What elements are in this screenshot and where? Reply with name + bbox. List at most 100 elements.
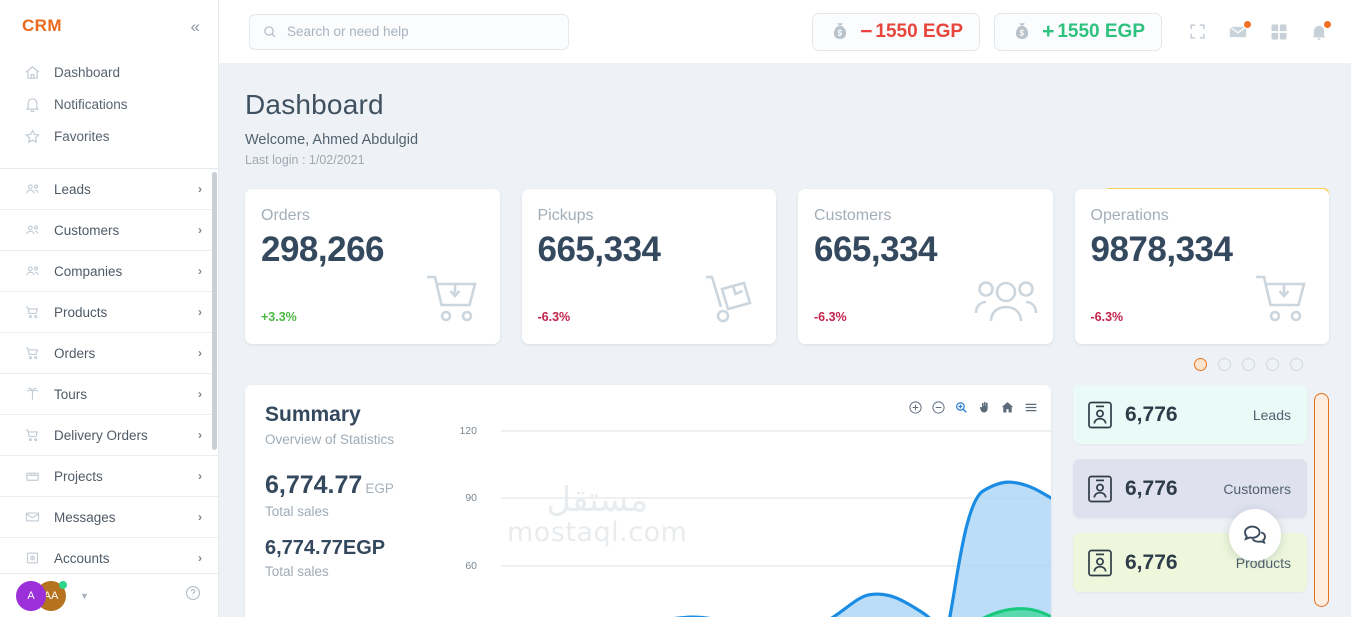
sidebar-item-tours[interactable]: Tours › — [0, 374, 218, 415]
y-axis-tick-60: 60 — [465, 560, 477, 572]
zoom-out-minus-icon[interactable] — [931, 400, 946, 415]
app-logo[interactable]: CRM — [22, 16, 62, 36]
cart-download-icon — [1253, 271, 1315, 332]
summary-currency: EGP — [342, 537, 386, 559]
bell-icon[interactable] — [1309, 19, 1332, 42]
chevron-down-icon[interactable]: ▼ — [80, 591, 89, 601]
sidebar-item-label: Orders — [54, 345, 96, 361]
home-reset-icon[interactable] — [1000, 400, 1015, 415]
chart-svg — [501, 430, 1051, 617]
page-title: Dashboard — [245, 89, 384, 120]
avatar-group[interactable]: AA A — [16, 580, 76, 611]
sidebar-item-label: Notifications — [54, 96, 128, 112]
avatar[interactable]: A — [16, 580, 46, 611]
sidebar-item-notifications[interactable]: Notifications — [0, 88, 218, 120]
bell-icon — [24, 96, 41, 113]
carousel-dot-2[interactable] — [1218, 358, 1231, 371]
stat-card-pickups[interactable]: Pickups 665,334 -6.3% — [521, 189, 776, 344]
app-root: CRM « Dashboard Notifications Favorites … — [0, 0, 1351, 617]
money-in-button[interactable]: + 1550 EGP — [994, 12, 1162, 51]
online-status-dot — [59, 580, 67, 589]
sidebar-item-companies[interactable]: Companies › — [0, 251, 218, 292]
summary-chart[interactable]: 120 90 60 مستقل mostaql.com — [455, 385, 1051, 617]
envelope-icon — [24, 509, 41, 526]
sidebar-item-label: Companies — [54, 263, 123, 279]
sidebar-item-favorites[interactable]: Favorites — [0, 120, 218, 152]
carousel-dot-4[interactable] — [1266, 358, 1279, 371]
main-area: − 1550 EGP + 1550 EGP — [219, 0, 1351, 617]
sidebar-item-label: Projects — [54, 468, 103, 484]
mail-badge — [1243, 20, 1252, 29]
chevron-right-icon: › — [198, 264, 202, 278]
page-scroll-rail[interactable] — [1314, 393, 1329, 607]
chart-toolbar — [908, 400, 1039, 415]
sidebar-item-products[interactable]: Products › — [0, 292, 218, 333]
sidebar-item-messages[interactable]: Messages › — [0, 497, 218, 538]
sidebar-item-delivery-orders[interactable]: Delivery Orders › — [0, 415, 218, 456]
right-stat-customers[interactable]: 6,776 Customers — [1073, 459, 1307, 518]
sidebar-scrollbar[interactable] — [212, 172, 217, 450]
page-content: Dashboard Welcome, Ahmed Abdulgid Last l… — [219, 63, 1351, 617]
stat-card-orders[interactable]: Orders 298,266 +3.3% — [245, 189, 500, 344]
sidebar-item-orders[interactable]: Orders › — [0, 333, 218, 374]
carousel-dot-3[interactable] — [1242, 358, 1255, 371]
contact-card-icon — [1087, 400, 1113, 430]
summary-panel: Summary Overview of Statistics 6,774.77 E… — [245, 385, 1051, 617]
mail-icon[interactable] — [1227, 20, 1252, 41]
sidebar-item-dashboard[interactable]: Dashboard — [0, 56, 218, 88]
chevrons-left-icon[interactable]: « — [191, 18, 200, 35]
carousel-dots — [245, 358, 1329, 371]
stat-card-operations[interactable]: Operations 9878,334 -6.3% — [1074, 189, 1329, 344]
palm-tree-icon — [24, 386, 41, 403]
question-circle-icon[interactable] — [184, 584, 202, 607]
chat-bubbles-icon[interactable] — [1229, 509, 1281, 561]
plus-sign: + — [1042, 20, 1055, 43]
box-icon — [24, 468, 41, 485]
star-icon — [24, 128, 41, 145]
sidebar-item-label: Tours — [54, 386, 88, 402]
users-icon — [24, 263, 41, 280]
sidebar-footer: AA A ▼ — [0, 573, 218, 617]
sidebar-item-label: Dashboard — [54, 64, 121, 80]
zoom-selection-icon[interactable] — [954, 400, 969, 415]
topbar-icons — [1188, 19, 1332, 42]
right-stats-column: 6,776 Leads 6,776 Customers 6,776 Produc… — [1073, 385, 1329, 607]
grid-apps-icon[interactable] — [1269, 22, 1289, 42]
summary-amount-value: 6,774.77 — [265, 471, 363, 499]
carousel-dot-5[interactable] — [1290, 358, 1303, 371]
money-out-value: − 1550 EGP — [860, 21, 963, 43]
zoom-in-plus-icon[interactable] — [908, 400, 923, 415]
money-in-amount: 1550 EGP — [1057, 20, 1145, 42]
right-stat-leads[interactable]: 6,776 Leads — [1073, 385, 1307, 444]
pan-hand-icon[interactable] — [977, 400, 992, 415]
sidebar-item-label: Messages — [54, 509, 116, 525]
stat-card-customers[interactable]: Customers 665,334 -6.3% — [798, 189, 1053, 344]
menu-hamburger-icon[interactable] — [1023, 400, 1039, 415]
hand-truck-icon — [700, 271, 762, 332]
money-in-value: + 1550 EGP — [1042, 21, 1145, 43]
home-icon — [24, 64, 41, 81]
search-box[interactable] — [249, 13, 569, 50]
sidebar-item-leads[interactable]: Leads › — [0, 169, 218, 210]
stat-card-value: 9878,334 — [1090, 230, 1233, 269]
money-bag-icon — [829, 21, 851, 43]
stat-card-delta: -6.3% — [814, 310, 847, 324]
stat-card-value: 298,266 — [261, 230, 385, 269]
money-bag-icon — [1011, 21, 1033, 43]
carousel-dot-1[interactable] — [1194, 358, 1207, 371]
money-out-button[interactable]: − 1550 EGP — [812, 12, 981, 51]
notification-badge — [1323, 19, 1332, 29]
chevron-right-icon: › — [198, 510, 202, 524]
sidebar-item-projects[interactable]: Projects › — [0, 456, 218, 497]
cart-icon — [24, 427, 41, 444]
sidebar-item-customers[interactable]: Customers › — [0, 210, 218, 251]
sidebar-item-label: Products — [54, 304, 108, 320]
sidebar-header: CRM « — [0, 0, 218, 52]
sidebar-top-list: Dashboard Notifications Favorites — [0, 52, 218, 166]
search-input[interactable] — [287, 24, 556, 39]
people-group-icon — [973, 275, 1039, 332]
fullscreen-icon[interactable] — [1188, 22, 1207, 41]
bottom-row: Summary Overview of Statistics 6,774.77 E… — [245, 385, 1329, 617]
stat-cards-row: Orders 298,266 +3.3% Pickups 665,334 -6.… — [245, 189, 1329, 344]
chevron-right-icon: › — [198, 346, 202, 360]
